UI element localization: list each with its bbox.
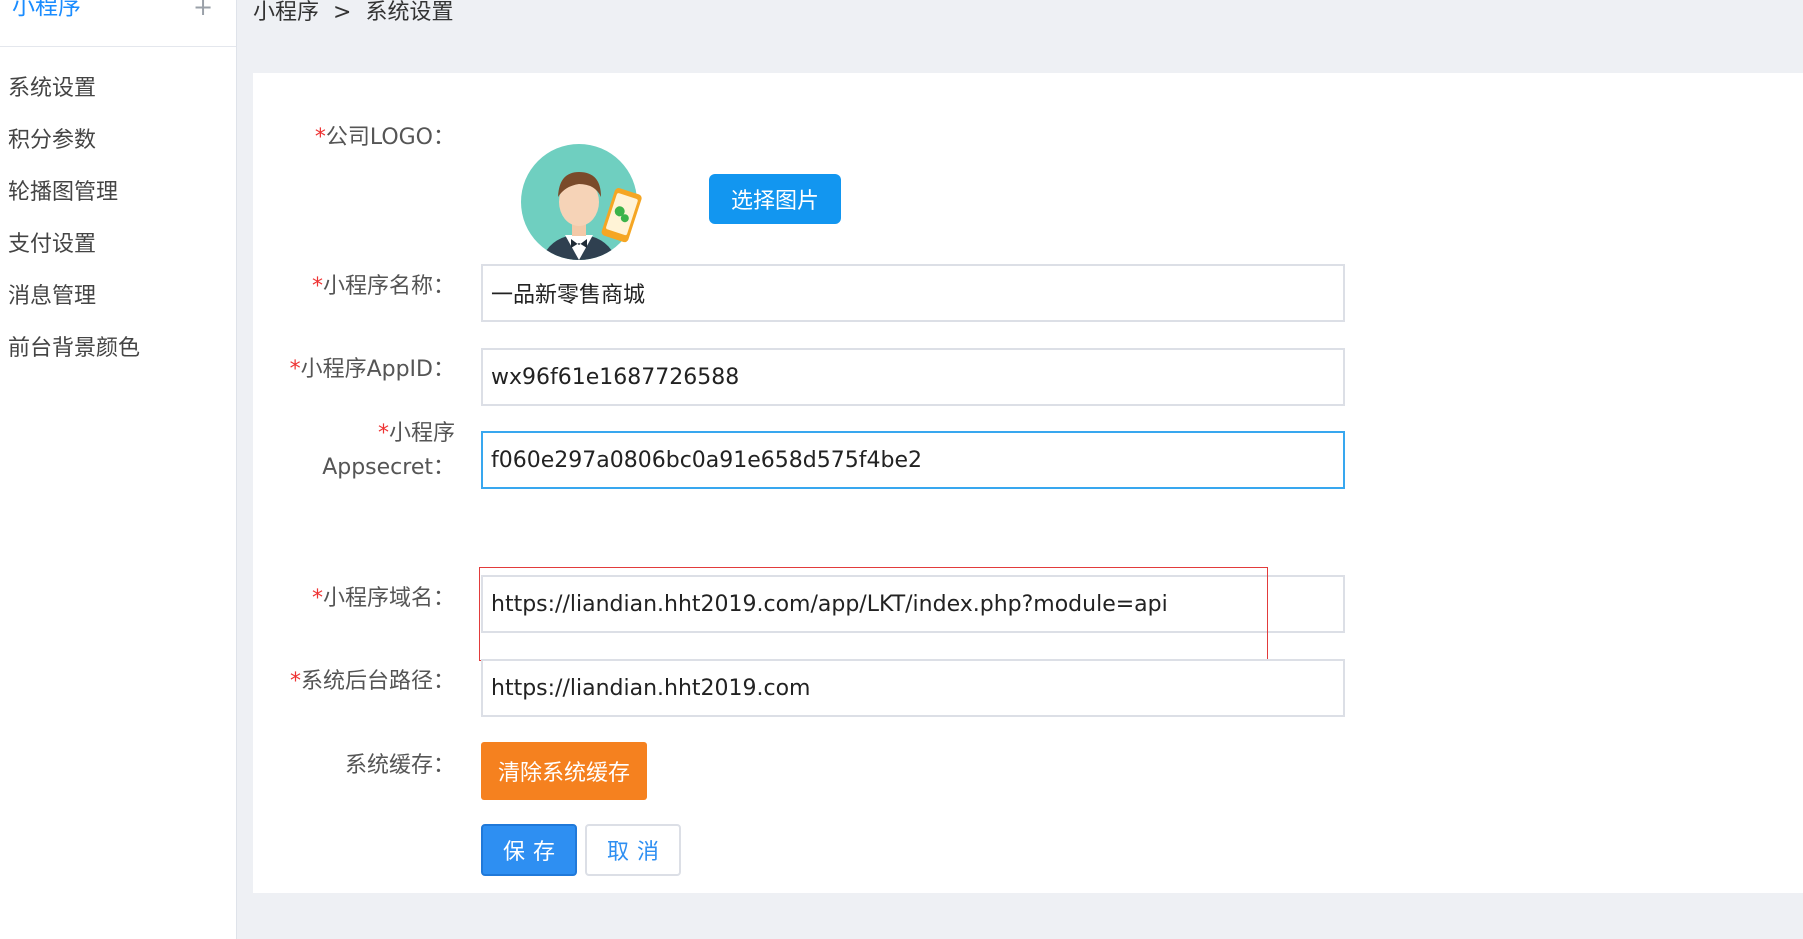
sidebar-menu: 系统设置 积分参数 轮播图管理 支付设置 消息管理 前台背景颜色 — [0, 47, 236, 375]
choose-image-button[interactable]: 选择图片 — [709, 174, 841, 224]
backend-path-label: *系统后台路径： — [289, 669, 455, 694]
app-secret-input[interactable] — [481, 431, 1345, 489]
plus-icon[interactable]: + — [193, 0, 213, 22]
sidebar-item-bg-color[interactable]: 前台背景颜色 — [0, 323, 236, 375]
backend-path-input[interactable] — [481, 659, 1345, 717]
sidebar-title[interactable]: 小程序 — [12, 0, 81, 22]
breadcrumb-root[interactable]: 小程序 — [253, 0, 319, 25]
logo-avatar — [521, 142, 651, 272]
cancel-button[interactable]: 取消 — [585, 824, 681, 876]
clear-cache-button[interactable]: 清除系统缓存 — [481, 742, 647, 800]
app-id-input[interactable] — [481, 348, 1345, 406]
breadcrumb-current: 系统设置 — [365, 0, 454, 25]
required-mark: * — [314, 125, 326, 150]
domain-label: *小程序域名： — [311, 586, 455, 611]
sidebar-item-carousel[interactable]: 轮播图管理 — [0, 167, 236, 219]
sidebar-item-payment[interactable]: 支付设置 — [0, 219, 236, 271]
save-button[interactable]: 保存 — [481, 824, 577, 876]
app-name-label: *小程序名称： — [311, 274, 455, 299]
logo-label: *公司LOGO： — [314, 125, 455, 150]
sidebar-item-messages[interactable]: 消息管理 — [0, 271, 236, 323]
sidebar-header: 小程序 + — [0, 0, 236, 47]
sidebar-item-points-params[interactable]: 积分参数 — [0, 115, 236, 167]
app-secret-label: *小程序 Appsecret： — [322, 421, 455, 480]
domain-input[interactable] — [481, 575, 1345, 633]
sidebar-item-system-settings[interactable]: 系统设置 — [0, 63, 236, 115]
breadcrumb-separator: > — [333, 0, 352, 25]
app-id-label: *小程序AppID： — [289, 357, 455, 382]
cache-label: 系统缓存： — [344, 753, 455, 778]
sidebar: 小程序 + 系统设置 积分参数 轮播图管理 支付设置 消息管理 前台背景颜色 — [0, 0, 237, 939]
settings-panel: *公司LOGO： 选择图片 *小程序名称： 一品新零售商城 *小程序AppID：… — [253, 73, 1803, 893]
app-name-input[interactable] — [481, 264, 1345, 322]
breadcrumb: 小程序 > 系统设置 — [253, 0, 453, 28]
avatar-icon — [521, 144, 642, 260]
